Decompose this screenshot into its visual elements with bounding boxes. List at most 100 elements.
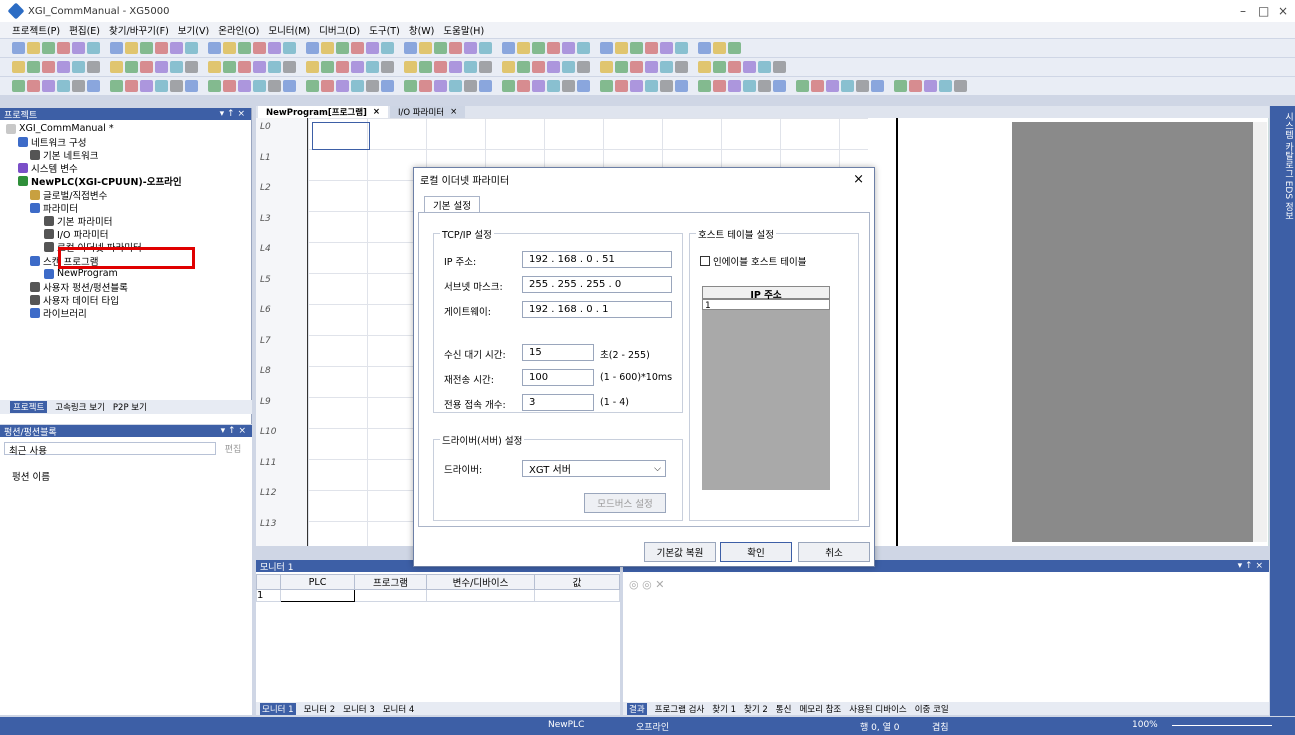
toolbar-button-icon[interactable] (27, 42, 40, 54)
menu-window[interactable]: 창(W) (409, 23, 435, 37)
toolbar-button-icon[interactable] (939, 80, 952, 92)
maximize-button[interactable]: □ (1258, 4, 1269, 18)
toolbar-button-icon[interactable] (592, 42, 598, 54)
toolbar-button-icon[interactable] (419, 80, 432, 92)
toolbar-button-icon[interactable] (675, 61, 688, 73)
toolbar-button-icon[interactable] (87, 80, 100, 92)
toolbar-button-icon[interactable] (223, 42, 236, 54)
toolbar-button-icon[interactable] (660, 42, 673, 54)
toolbar-button-icon[interactable] (87, 42, 100, 54)
toolbar-button-icon[interactable] (713, 80, 726, 92)
toolbar-button-icon[interactable] (125, 61, 138, 73)
toolbar-button-icon[interactable] (87, 61, 100, 73)
toolbar-button-icon[interactable] (170, 80, 183, 92)
toolbar-button-icon[interactable] (502, 42, 515, 54)
toolbar-button-icon[interactable] (185, 42, 198, 54)
tree-item[interactable]: 기본 파라미터 (44, 214, 112, 228)
toolbar-button-icon[interactable] (404, 61, 417, 73)
toolbar-button-icon[interactable] (396, 80, 402, 92)
toolbar-button-icon[interactable] (645, 80, 658, 92)
tab-used-device[interactable]: 사용된 디바이스 (849, 703, 906, 715)
toolbar-button-icon[interactable] (577, 61, 590, 73)
toolbar-button-icon[interactable] (532, 61, 545, 73)
toolbar-button-icon[interactable] (788, 80, 794, 92)
toolbar-button-icon[interactable] (298, 42, 304, 54)
toolbar-button-icon[interactable] (924, 80, 937, 92)
toolbar-button-icon[interactable] (690, 80, 696, 92)
toolbar-button-icon[interactable] (675, 80, 688, 92)
gateway-field[interactable]: 192 . 168 . 0 . 1 (522, 301, 672, 318)
toolbar-button-icon[interactable] (758, 80, 771, 92)
toolbar-button-icon[interactable] (479, 61, 492, 73)
tab-basic-settings[interactable]: 기본 설정 (424, 196, 480, 213)
toolbar-button-icon[interactable] (42, 80, 55, 92)
toolbar-button-icon[interactable] (886, 80, 892, 92)
toolbar-button-icon[interactable] (698, 80, 711, 92)
monitor-cell[interactable] (354, 589, 427, 602)
toolbar-button-icon[interactable] (27, 61, 40, 73)
toolbar-button-icon[interactable] (42, 42, 55, 54)
toolbar-button-icon[interactable] (381, 42, 394, 54)
toolbar-button-icon[interactable] (796, 80, 809, 92)
close-icon[interactable]: × (373, 107, 380, 117)
toolbar-button-icon[interactable] (268, 80, 281, 92)
toolbar-button-icon[interactable] (102, 42, 108, 54)
toolbar-button-icon[interactable] (404, 80, 417, 92)
toolbar-button-icon[interactable] (223, 80, 236, 92)
toolbar-button-icon[interactable] (110, 61, 123, 73)
toolbar-button-icon[interactable] (743, 80, 756, 92)
toolbar-button-icon[interactable] (630, 42, 643, 54)
toolbar-button-icon[interactable] (366, 61, 379, 73)
toolbar-button-icon[interactable] (12, 42, 25, 54)
toolbar-button-icon[interactable] (351, 80, 364, 92)
toolbar-button-icon[interactable] (449, 42, 462, 54)
toolbar-button-icon[interactable] (728, 80, 741, 92)
menu-view[interactable]: 보기(V) (178, 23, 209, 37)
toolbar-button-icon[interactable] (125, 80, 138, 92)
toolbar-button-icon[interactable] (381, 61, 394, 73)
tab-memory-reference[interactable]: 메모리 참조 (799, 703, 841, 715)
tree-item[interactable]: XGI_CommManual * (6, 122, 114, 135)
toolbar-button-icon[interactable] (366, 80, 379, 92)
toolbar-button-icon[interactable] (366, 42, 379, 54)
toolbar-button-icon[interactable] (170, 61, 183, 73)
toolbar-button-icon[interactable] (615, 61, 628, 73)
tree-item[interactable]: 네트워크 구성 (18, 135, 86, 149)
tree-item[interactable]: 사용자 펑션/펑션블록 (30, 280, 128, 294)
toolbar-button-icon[interactable] (140, 61, 153, 73)
toolbar-button-icon[interactable] (238, 42, 251, 54)
toolbar-button-icon[interactable] (562, 42, 575, 54)
toolbar-button-icon[interactable] (396, 61, 402, 73)
function-filter-combo[interactable]: 최근 사용 (4, 442, 216, 457)
toolbar-button-icon[interactable] (57, 80, 70, 92)
toolbar-button-icon[interactable] (547, 42, 560, 54)
toolbar-button-icon[interactable] (645, 61, 658, 73)
driver-select[interactable]: XGT 서버 ⌵ (522, 460, 666, 477)
tree-item[interactable]: 시스템 변수 (18, 162, 78, 175)
toolbar-button-icon[interactable] (336, 42, 349, 54)
close-button[interactable]: × (1278, 4, 1288, 18)
toolbar-button-icon[interactable] (547, 61, 560, 73)
toolbar-button-icon[interactable] (494, 80, 500, 92)
side-panel-system-catalog[interactable]: 시스템 카탈로그 EDS 정보 (1270, 106, 1295, 716)
toolbar-button-icon[interactable] (532, 42, 545, 54)
toolbar-button-icon[interactable] (675, 42, 688, 54)
toolbar-button-icon[interactable] (479, 80, 492, 92)
menu-tools[interactable]: 도구(T) (369, 23, 400, 37)
toolbar-button-icon[interactable] (826, 80, 839, 92)
panel-pin-icon[interactable]: ▾ ↑ × (1238, 561, 1263, 571)
toolbar-button-icon[interactable] (645, 42, 658, 54)
toolbar-button-icon[interactable] (592, 80, 598, 92)
toolbar-button-icon[interactable] (42, 61, 55, 73)
toolbar-button-icon[interactable] (434, 80, 447, 92)
toolbar-button-icon[interactable] (517, 80, 530, 92)
menu-debug[interactable]: 디버그(D) (319, 23, 360, 37)
menu-help[interactable]: 도움말(H) (443, 23, 484, 37)
toolbar-button-icon[interactable] (690, 42, 696, 54)
tab-newprogram[interactable]: NewProgram[프로그램] × (258, 106, 389, 118)
toolbar-button-icon[interactable] (773, 80, 786, 92)
toolbar-button-icon[interactable] (125, 42, 138, 54)
toolbar-button-icon[interactable] (283, 80, 296, 92)
toolbar-button-icon[interactable] (57, 61, 70, 73)
toolbar-button-icon[interactable] (283, 42, 296, 54)
